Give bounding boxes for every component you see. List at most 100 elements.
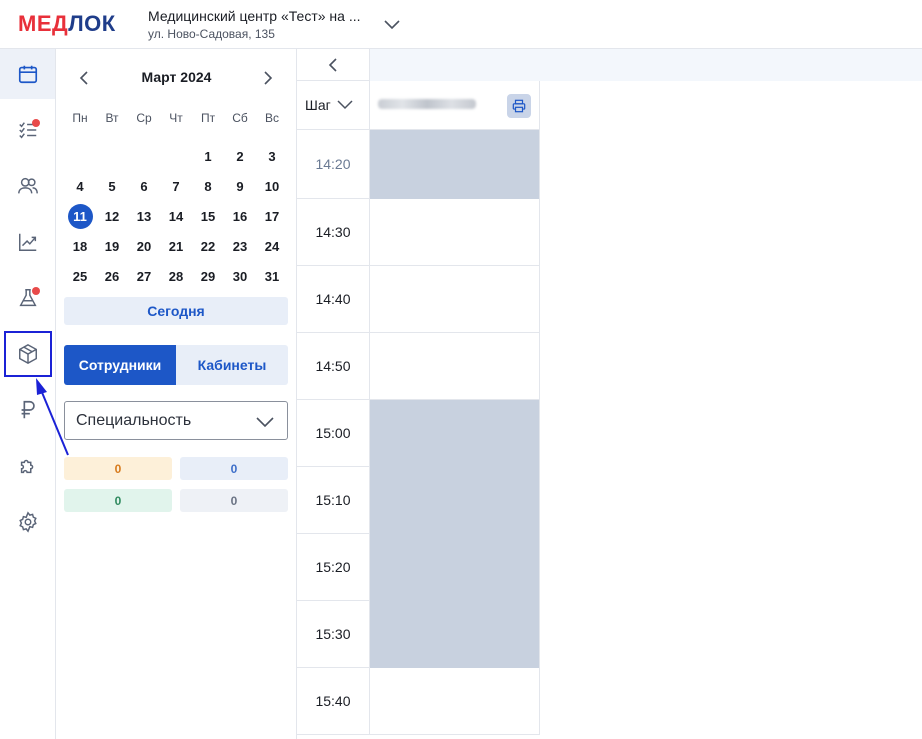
calendar-day-number: 24 — [264, 238, 280, 254]
schedule-slot-busy[interactable] — [370, 534, 539, 601]
calendar-day[interactable]: 17 — [256, 201, 288, 231]
calendar-day[interactable]: 2 — [224, 141, 256, 171]
schedule-slot-busy[interactable] — [370, 130, 539, 199]
chevron-down-icon — [337, 100, 353, 110]
calendar-day[interactable]: 9 — [224, 171, 256, 201]
weekday-label: Ср — [136, 111, 152, 125]
calendar-day[interactable]: 12 — [96, 201, 128, 231]
time-label: 15:00 — [297, 400, 370, 467]
calendar-days-grid: 1 2 3 4 5 6 7 8 9 10 11 12 13 14 15 16 17 18 19 20 21 22 23 24 2… — [64, 141, 288, 291]
calendar-day-number: 12 — [104, 208, 120, 224]
calendar-day[interactable]: 5 — [96, 171, 128, 201]
calendar-day[interactable]: 27 — [128, 261, 160, 291]
logo-part-1: МЕД — [18, 11, 69, 36]
chevron-down-icon[interactable] — [383, 17, 401, 31]
counter-green[interactable]: 0 — [64, 489, 172, 512]
calendar-day[interactable]: 23 — [224, 231, 256, 261]
calendar-day[interactable]: 31 — [256, 261, 288, 291]
calendar-day-number: 19 — [104, 238, 120, 254]
specialty-select[interactable]: Специальность — [64, 401, 288, 440]
schedule-slot-busy[interactable] — [370, 601, 539, 668]
schedule-slot-free[interactable] — [370, 668, 539, 735]
clinic-address: ул. Ново-Садовая, 135 — [148, 27, 275, 41]
sidebar-nav — [0, 49, 56, 739]
sidebar-item-integrations[interactable] — [0, 441, 55, 491]
calendar-day[interactable]: 4 — [64, 171, 96, 201]
calendar-day[interactable]: 14 — [160, 201, 192, 231]
calendar-day-number: 26 — [104, 268, 120, 284]
calendar-day[interactable]: 30 — [224, 261, 256, 291]
schedule-slot-free[interactable] — [370, 333, 539, 400]
time-label: 14:30 — [297, 199, 370, 266]
sidebar-item-tasks[interactable] — [0, 105, 55, 155]
calendar-day[interactable]: 15 — [192, 201, 224, 231]
tab-rooms[interactable]: Кабинеты — [176, 345, 288, 385]
calendar-day[interactable]: 3 — [256, 141, 288, 171]
counter-blue[interactable]: 0 — [180, 457, 288, 480]
calendar-icon — [18, 65, 37, 84]
calendar-day[interactable]: 8 — [192, 171, 224, 201]
calendar-day-number: 8 — [204, 178, 212, 194]
next-month-icon[interactable] — [260, 69, 276, 87]
logo-part-2: ЛОК — [68, 11, 116, 36]
calendar-day[interactable]: 19 — [96, 231, 128, 261]
time-label: 15:40 — [297, 668, 370, 735]
time-label: 15:30 — [297, 601, 370, 668]
sidebar-item-calendar[interactable] — [0, 49, 55, 99]
calendar-day[interactable]: 21 — [160, 231, 192, 261]
calendar-day[interactable]: 25 — [64, 261, 96, 291]
clinic-selector[interactable]: Медицинский центр «Тест» на ... ул. Ново… — [148, 8, 360, 41]
time-label: 14:40 — [297, 266, 370, 333]
calendar-day[interactable]: 28 — [160, 261, 192, 291]
calendar-day[interactable]: 7 — [160, 171, 192, 201]
calendar-day[interactable]: 6 — [128, 171, 160, 201]
calendar-day[interactable]: 1 — [192, 141, 224, 171]
calendar-day[interactable]: 10 — [256, 171, 288, 201]
calendar-blank — [128, 141, 160, 171]
calendar-day-number: 18 — [72, 238, 88, 254]
counter-gray[interactable]: 0 — [180, 489, 288, 512]
users-icon — [17, 177, 38, 194]
calendar-day[interactable]: 20 — [128, 231, 160, 261]
calendar-day-number: 30 — [232, 268, 248, 284]
calendar-day[interactable]: 22 — [192, 231, 224, 261]
schedule-slot-busy[interactable] — [370, 400, 539, 467]
calendar-day[interactable]: 26 — [96, 261, 128, 291]
chevron-left-icon — [328, 58, 337, 72]
sidebar-item-settings[interactable] — [0, 497, 55, 547]
step-selector[interactable]: Шаг — [297, 81, 370, 130]
ruble-icon — [21, 400, 35, 419]
calendar-day-number: 6 — [140, 178, 148, 194]
collapse-panel-button[interactable] — [297, 49, 370, 81]
sidebar-item-analytics[interactable] — [0, 217, 55, 267]
calendar-day-number: 16 — [232, 208, 248, 224]
tab-employees[interactable]: Сотрудники — [64, 345, 176, 385]
calendar-day-number: 1 — [204, 148, 212, 164]
counter-orange[interactable]: 0 — [64, 457, 172, 480]
print-button[interactable] — [507, 94, 531, 118]
calendar-day-number: 7 — [172, 178, 180, 194]
sidebar-item-finance[interactable] — [0, 385, 55, 435]
calendar-panel: Март 2024 Пн Вт Ср Чт Пт Сб Вс 1 2 3 4 5 6 7 8 9 10 11 12… — [56, 49, 297, 739]
calendar-day-number: 5 — [108, 178, 116, 194]
calendar-day[interactable]: 29 — [192, 261, 224, 291]
calendar-day-number: 4 — [76, 178, 84, 194]
calendar-day[interactable]: 13 — [128, 201, 160, 231]
schedule-area: Шаг 14:20 14:30 14:40 14:50 15:00 15:10 15:20 1… — [297, 49, 922, 739]
calendar-day-number: 3 — [268, 148, 276, 164]
schedule-slot-free[interactable] — [370, 266, 539, 333]
calendar-day-selected[interactable]: 11 — [64, 201, 96, 231]
schedule-slot-free[interactable] — [370, 199, 539, 266]
calendar-day[interactable]: 18 — [64, 231, 96, 261]
today-button[interactable]: Сегодня — [64, 297, 288, 325]
medlok-logo[interactable]: МЕДЛОК — [18, 11, 116, 37]
sidebar-item-lab[interactable] — [0, 273, 55, 323]
calendar-day[interactable]: 24 — [256, 231, 288, 261]
calendar-day[interactable]: 16 — [224, 201, 256, 231]
weekday-header: Пн Вт Ср Чт Пт Сб Вс — [64, 111, 288, 125]
schedule-slot-busy[interactable] — [370, 467, 539, 534]
gear-icon — [18, 511, 37, 533]
sidebar-item-patients[interactable] — [0, 161, 55, 211]
calendar-day-number: 29 — [200, 268, 216, 284]
calendar-day-number: 17 — [264, 208, 280, 224]
